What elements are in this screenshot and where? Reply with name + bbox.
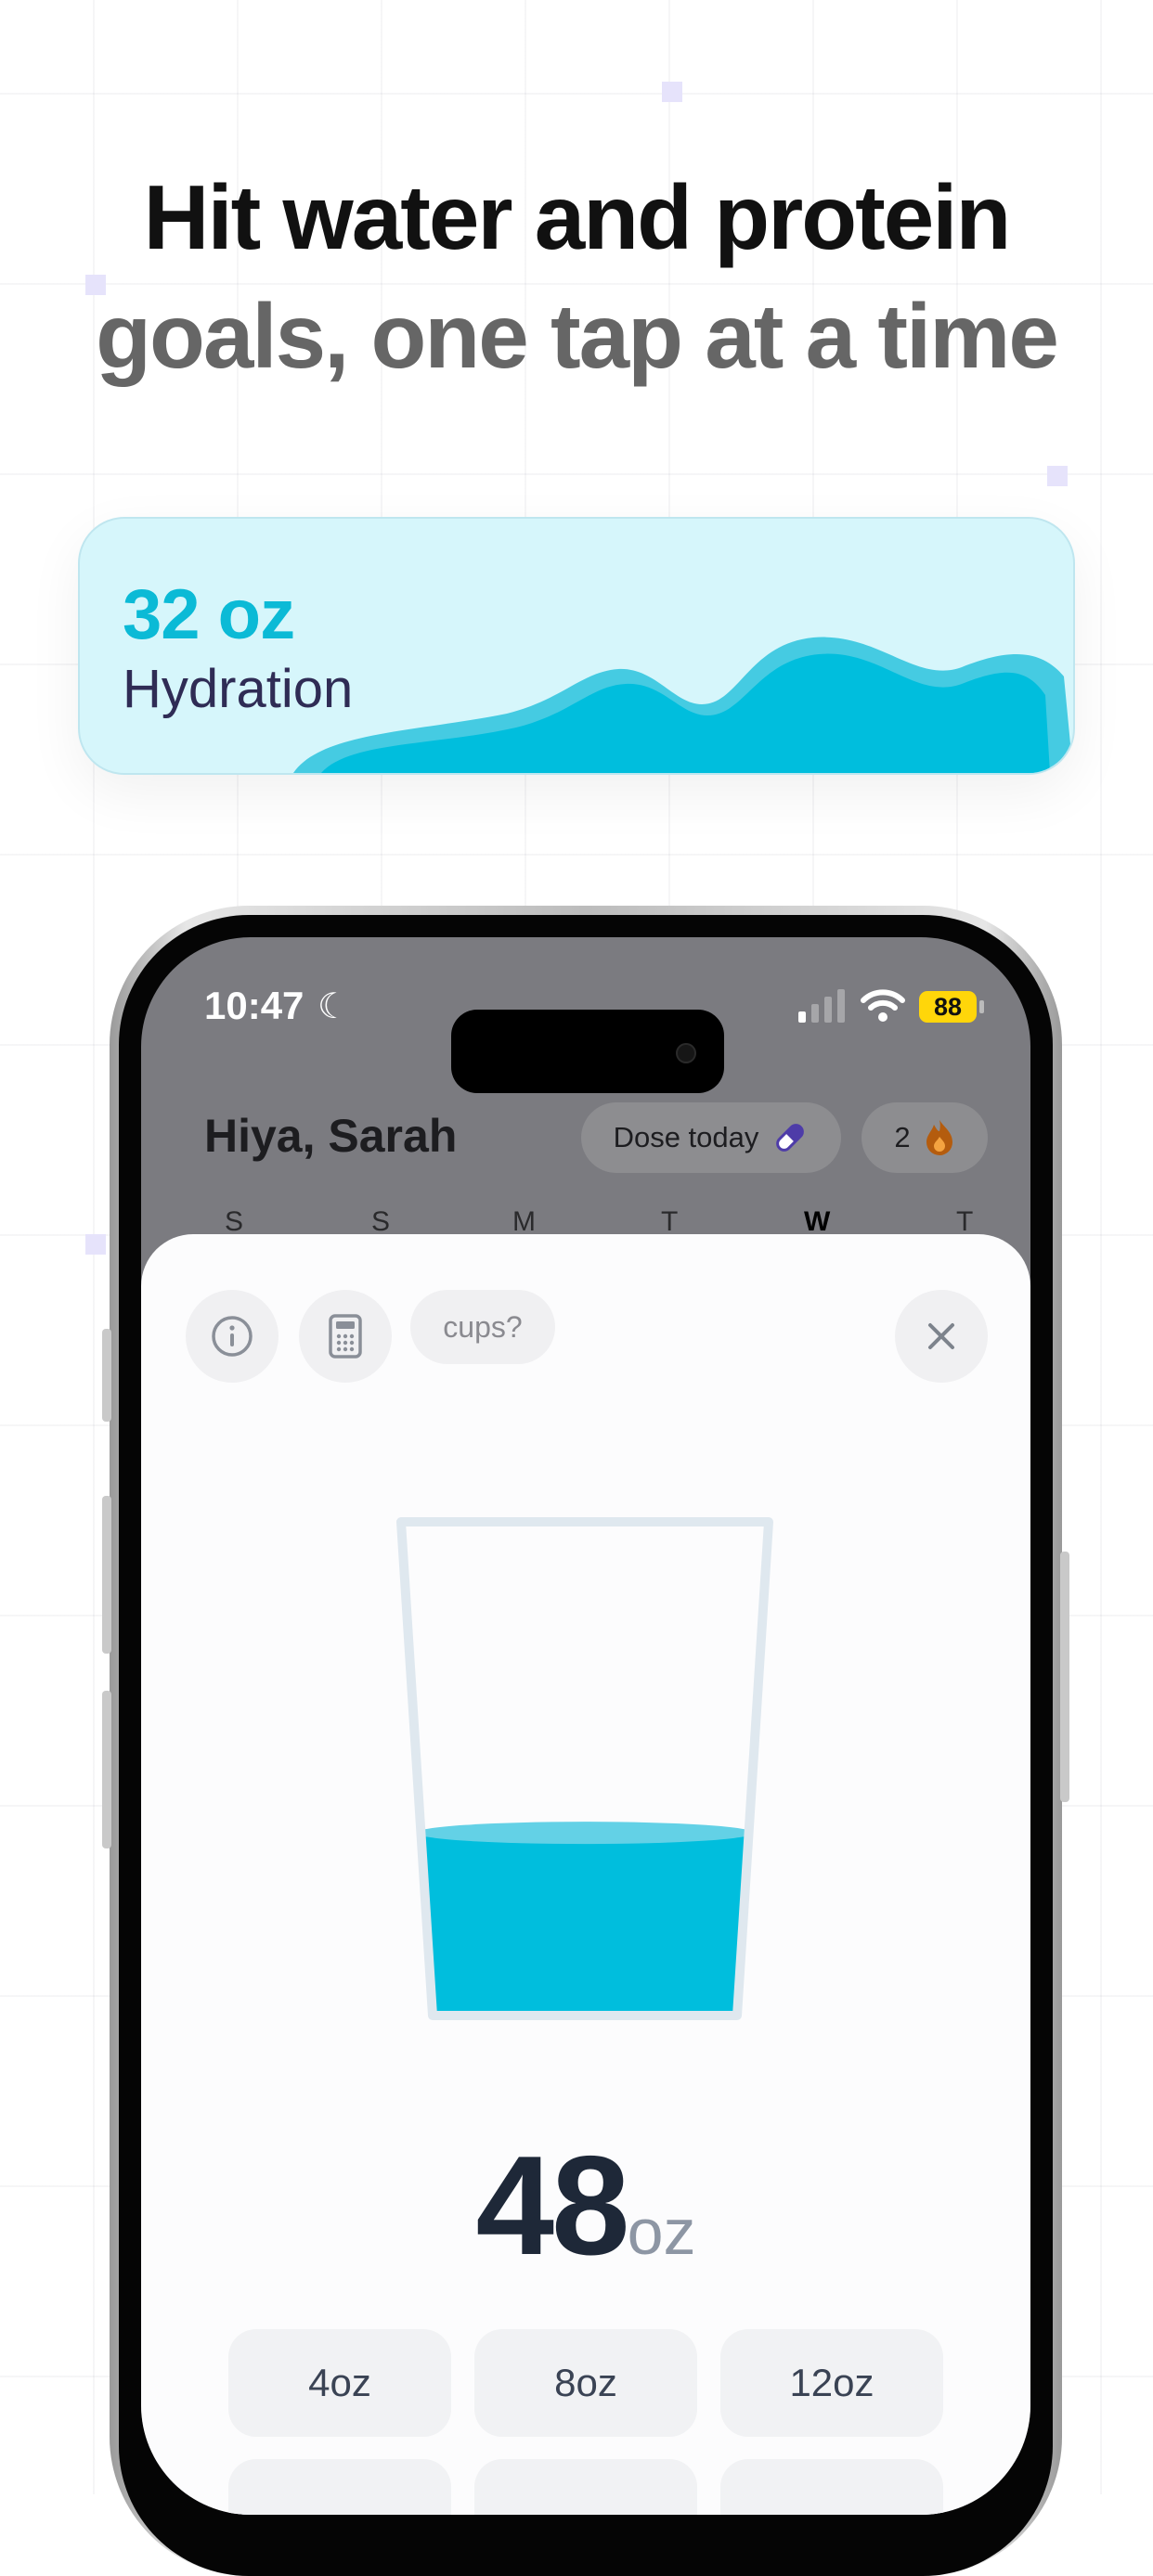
battery-tip bbox=[979, 1000, 984, 1013]
hydration-label: Hydration bbox=[123, 659, 354, 719]
side-button bbox=[102, 1329, 111, 1422]
streak-count: 2 bbox=[894, 1121, 911, 1153]
day-label[interactable]: M bbox=[512, 1206, 536, 1238]
power-button bbox=[1060, 1552, 1069, 1802]
log-water-sheet: cups? 48oz 4oz 8oz 12oz bbox=[141, 1234, 1030, 2515]
close-button[interactable] bbox=[895, 1290, 988, 1383]
camera-icon bbox=[676, 1043, 696, 1063]
water-amount: 48oz bbox=[141, 2125, 1030, 2287]
calculator-icon bbox=[329, 1314, 362, 1359]
quick-add-12oz-button[interactable]: 12oz bbox=[720, 2329, 943, 2437]
wifi-icon bbox=[861, 989, 905, 1022]
marketing-headline: Hit water and protein goals, one tap at … bbox=[0, 158, 1153, 395]
status-time: 10:47 bbox=[204, 984, 304, 1027]
cups-toggle[interactable]: cups? bbox=[410, 1290, 555, 1364]
day-label[interactable]: T bbox=[956, 1206, 973, 1238]
dose-today-button[interactable]: Dose today bbox=[581, 1102, 841, 1173]
amount-unit: oz bbox=[627, 2196, 696, 2268]
day-label-active[interactable]: W bbox=[804, 1206, 830, 1238]
greeting-title: Hiya, Sarah bbox=[204, 1110, 458, 1162]
hydration-card: 32 oz Hydration bbox=[78, 517, 1075, 775]
signal-icon bbox=[798, 989, 845, 1023]
dynamic-island bbox=[451, 1010, 724, 1093]
decor-dot bbox=[85, 1234, 106, 1255]
decor-dot bbox=[1047, 466, 1068, 486]
headline-line-2: goals, one tap at a time bbox=[96, 285, 1059, 387]
quick-add-button[interactable] bbox=[228, 2459, 451, 2515]
hydration-value: 32 oz bbox=[123, 575, 295, 654]
calculator-button[interactable] bbox=[299, 1290, 392, 1383]
info-button[interactable] bbox=[186, 1290, 279, 1383]
side-button bbox=[102, 1496, 111, 1654]
quick-add-button[interactable] bbox=[474, 2459, 697, 2515]
info-icon bbox=[212, 1316, 253, 1357]
day-label[interactable]: S bbox=[225, 1206, 243, 1238]
battery-indicator: 88 bbox=[919, 991, 977, 1023]
phone-screen: 10:47 ☾ 88 Hiya, Sarah Dose today 2 S S … bbox=[141, 937, 1030, 2515]
day-label[interactable]: S bbox=[371, 1206, 390, 1238]
moon-icon: ☾ bbox=[317, 987, 350, 1026]
water-fill bbox=[401, 1833, 769, 2016]
water-glass[interactable] bbox=[392, 1513, 778, 2032]
streak-badge[interactable]: 2 bbox=[862, 1102, 988, 1173]
quick-add-4oz-button[interactable]: 4oz bbox=[228, 2329, 451, 2437]
close-icon bbox=[928, 1323, 954, 1349]
quick-add-8oz-button[interactable]: 8oz bbox=[474, 2329, 697, 2437]
side-button bbox=[102, 1691, 111, 1848]
status-bar: 10:47 ☾ 88 bbox=[141, 974, 1030, 1093]
flame-icon bbox=[926, 1120, 952, 1155]
amount-value: 48 bbox=[475, 2127, 629, 2285]
day-label[interactable]: T bbox=[661, 1206, 678, 1238]
quick-add-button[interactable] bbox=[720, 2459, 943, 2515]
water-surface bbox=[416, 1822, 754, 1845]
dose-label: Dose today bbox=[613, 1121, 759, 1153]
decor-dot bbox=[662, 82, 682, 102]
headline-line-1: Hit water and protein bbox=[143, 166, 1012, 268]
pill-icon bbox=[776, 1124, 805, 1152]
